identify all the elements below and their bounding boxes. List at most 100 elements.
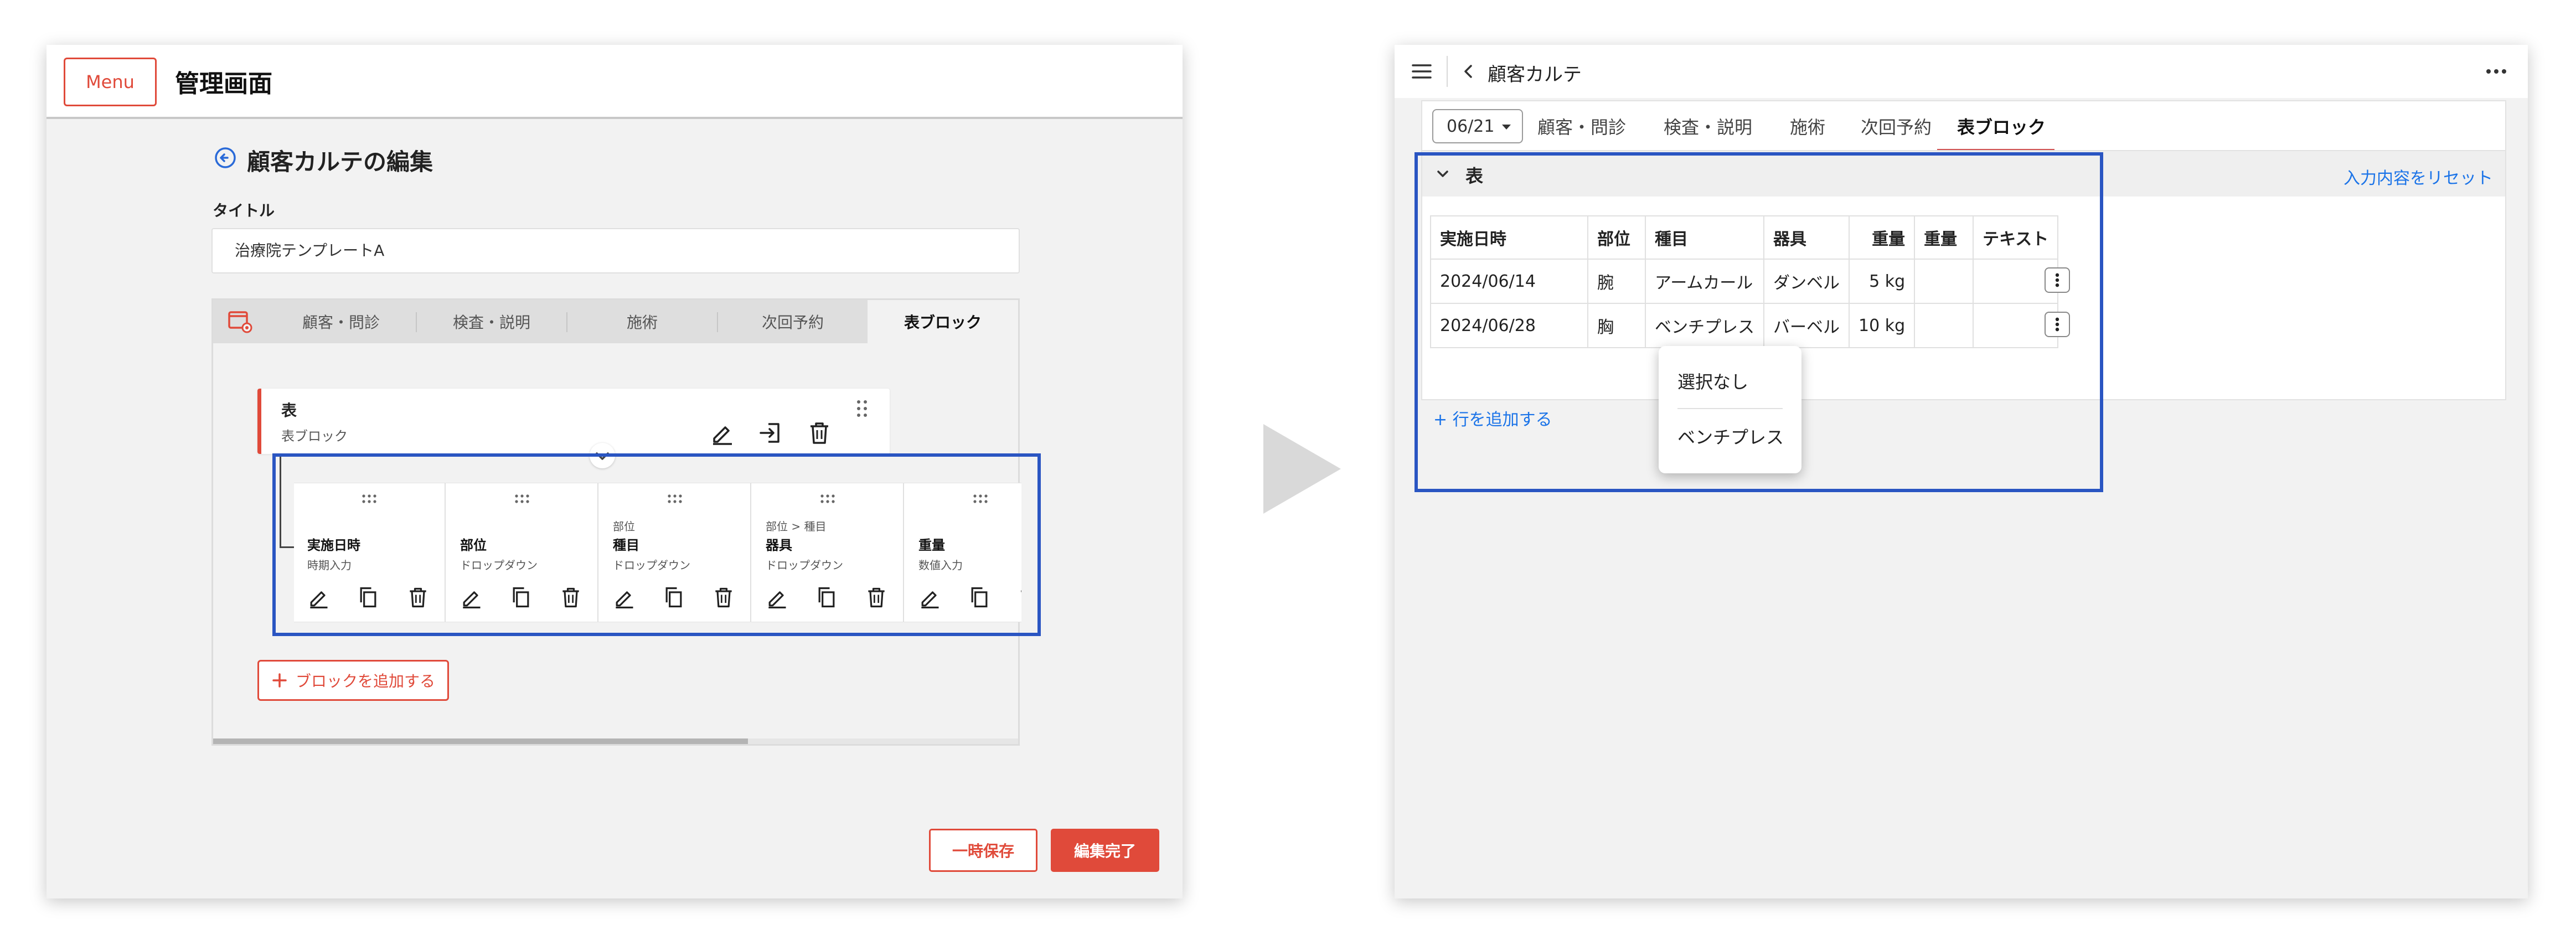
chevron-left-icon[interactable] [1459,61,1479,81]
table-cell[interactable]: バーベル [1763,303,1850,348]
copy-icon[interactable] [967,585,992,610]
date-value: 06/21 [1447,116,1495,136]
column-card[interactable]: 部位 ドロップダウン [447,483,598,622]
edit-pencil-icon[interactable] [917,585,942,610]
table-cell[interactable]: ダンベル [1763,259,1850,304]
chevron-down-icon[interactable] [590,443,615,468]
scrollbar-thumb[interactable] [213,738,748,744]
edit-pencil-icon[interactable] [709,420,735,446]
title-label: タイトル [213,202,275,220]
edit-pencil-icon[interactable] [306,585,331,610]
column-parent: 部位 > 種目 [766,520,827,533]
edit-pencil-icon[interactable] [612,585,636,610]
tab-treatment[interactable]: 施術 [567,300,717,343]
drag-handle-icon[interactable] [854,397,870,420]
drag-handle-icon[interactable] [360,493,378,504]
column-name: 器具 [766,538,792,553]
column-card[interactable]: 部位 種目 ドロップダウン [600,483,751,622]
data-table: 実施日時 部位 種目 器具 重量 重量 テキスト 2024/06/14 腕 アー… [1430,215,2059,348]
table-cell[interactable]: 10 kg [1848,303,1916,348]
section-header[interactable]: 表 入力内容をリセット [1422,151,2505,197]
table-cell[interactable]: ベンチプレス [1645,303,1764,348]
copy-icon[interactable] [662,585,686,610]
column-card[interactable]: 部位 > 種目 器具 ドロップダウン [752,483,904,622]
table-header-row: 実施日時 部位 種目 器具 重量 重量 テキスト [1430,215,2059,260]
table-cell[interactable]: 腕 [1587,259,1646,304]
tab-customer-interview[interactable]: 顧客・問診 [1537,113,1626,139]
table-cell[interactable]: 2024/06/14 [1430,259,1588,304]
column-name: 部位 [460,538,487,553]
tab-table-block[interactable]: 表ブロック [868,300,1018,343]
reset-input-link[interactable]: 入力内容をリセット [2343,164,2493,189]
drag-handle-icon[interactable] [513,493,531,504]
copy-icon[interactable] [356,585,380,610]
window-settings-icon[interactable] [226,308,254,335]
tab-next-appointment[interactable]: 次回予約 [1861,113,1932,139]
finish-editing-button[interactable]: 編集完了 [1051,829,1159,872]
table-section: 表 入力内容をリセット 実施日時 部位 種目 器具 重量 重量 テキスト 202… [1421,150,2506,430]
trash-icon[interactable] [711,585,736,610]
date-select[interactable]: 06/21 [1432,109,1523,143]
play-arrow-icon [1263,424,1341,514]
tab-customer-interview[interactable]: 顧客・問診 [266,300,416,343]
edit-pencil-icon[interactable] [459,585,483,610]
edit-pencil-icon[interactable] [765,585,789,610]
table-block-card[interactable]: 表 表ブロック [257,389,890,454]
table-header: 実施日時 [1430,215,1588,260]
dropdown-divider [1677,408,1783,409]
copy-icon[interactable] [509,585,533,610]
table-header: 器具 [1763,215,1850,260]
import-icon[interactable] [757,420,784,446]
row-options-icon[interactable] [2045,312,2070,337]
drag-handle-icon[interactable] [972,493,989,504]
horizontal-scrollbar[interactable] [213,738,1018,744]
app-header: 顧客カルテ [1395,45,2528,98]
table-cell[interactable]: アームカール [1645,259,1764,304]
table-cell[interactable]: 5 kg [1848,259,1916,304]
section-title: 表 [1465,166,1484,187]
chevron-down-icon[interactable] [1434,166,1451,182]
customer-chart-app: 顧客カルテ 06/21 顧客・問診 検査・説明 施術 次回予約 表ブロック 表 … [1395,45,2528,898]
menu-button[interactable]: Menu [64,58,157,106]
dropdown-option-bench-press[interactable]: ベンチプレス [1677,423,1784,449]
block-tab-bar: 顧客・問診 検査・説明 施術 次回予約 表ブロック [213,300,1018,343]
caret-down-icon [1502,125,1511,130]
trash-icon[interactable] [864,585,889,610]
block-type: 表ブロック [281,428,348,444]
title-input[interactable]: 治療院テンプレートA [211,228,1020,273]
tab-next-appointment[interactable]: 次回予約 [718,300,868,343]
table-cell[interactable] [1914,303,1974,348]
table-header: テキスト [1973,215,2059,260]
trash-icon[interactable] [806,420,833,446]
column-type: ドロップダウン [460,559,538,572]
temporary-save-button[interactable]: 一時保存 [929,829,1037,872]
trash-icon[interactable] [559,585,583,610]
tree-connector [280,454,295,548]
table-cell[interactable] [1914,259,1974,304]
hamburger-menu-icon[interactable] [1410,60,1433,83]
tab-exam-explanation[interactable]: 検査・説明 [1664,113,1752,139]
column-name: 実施日時 [307,538,360,553]
table-cell[interactable]: 胸 [1587,303,1646,348]
drag-handle-icon[interactable] [666,493,684,504]
back-arrow-icon[interactable] [214,146,237,169]
table-cell[interactable]: 2024/06/28 [1430,303,1588,348]
tab-exam-explanation[interactable]: 検査・説明 [417,300,566,343]
add-block-button[interactable]: ブロックを追加する [257,660,449,701]
column-card[interactable]: 重量 数値入力 [905,483,1021,622]
tab-treatment[interactable]: 施術 [1790,113,1825,139]
more-horizontal-icon[interactable] [2483,61,2510,81]
trash-icon[interactable] [406,585,430,610]
table-header: 重量 [1914,215,1974,260]
column-type: 時期入力 [307,559,352,572]
tab-table-block[interactable]: 表ブロック [1957,113,2046,139]
dropdown-option-none[interactable]: 選択なし [1677,368,1748,394]
drag-handle-icon[interactable] [819,493,837,504]
copy-icon[interactable] [814,585,839,610]
add-row-link[interactable]: + 行を追加する [1433,406,1552,430]
column-card[interactable]: 実施日時 時期入力 [294,483,446,622]
row-options-icon[interactable] [2045,267,2070,293]
header-divider [1447,56,1448,87]
add-block-label: ブロックを追加する [295,672,435,690]
trash-icon[interactable] [1017,585,1021,610]
